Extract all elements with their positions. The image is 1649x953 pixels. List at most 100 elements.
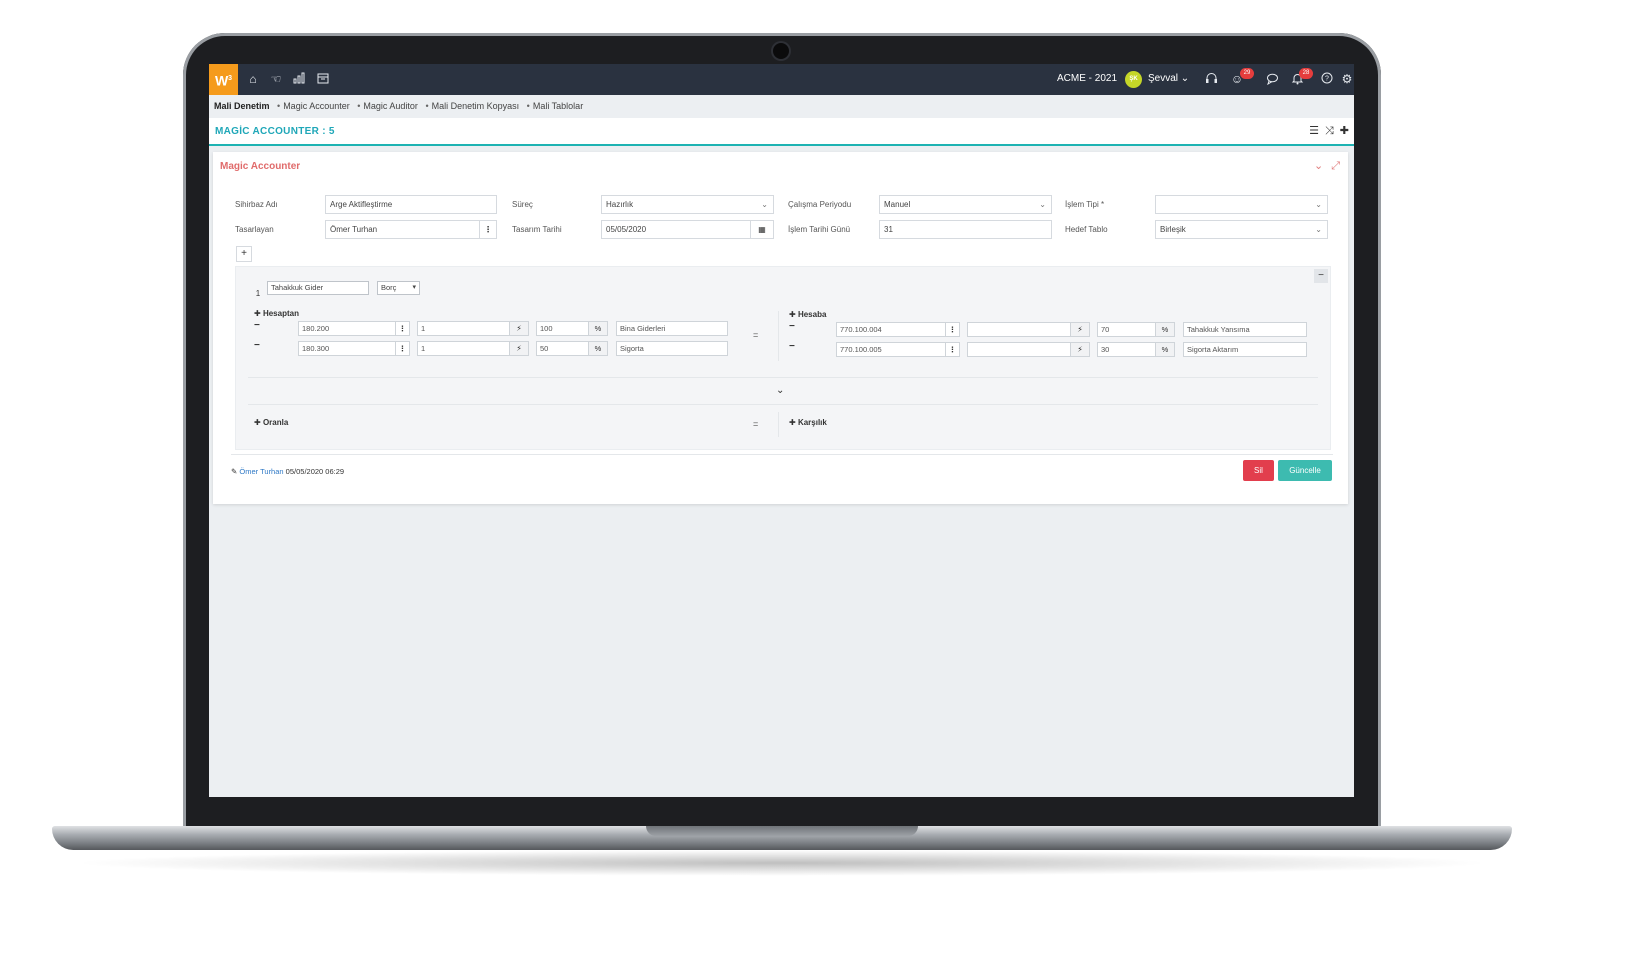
rule-name-value: Tahakkuk Gider (271, 283, 324, 292)
app-screen: W3 ⌂ ☜ ACME - 2021 ŞK Şevval ⌄ ☺ 29 28 ?… (209, 64, 1354, 797)
section-divider (248, 404, 1318, 405)
plug-icon[interactable]: ⚡ (1070, 323, 1089, 336)
breadcrumb-item[interactable]: Magic Auditor (363, 101, 418, 111)
to-account-input[interactable]: 770.100.005 ⋮ (836, 342, 960, 357)
to-percent-input[interactable]: 70% (1097, 322, 1175, 337)
avatar[interactable]: ŞK (1125, 71, 1142, 88)
karsilik-button[interactable]: ✚ Karşılık (789, 418, 827, 427)
from-percent-input[interactable]: 100% (536, 321, 608, 336)
plug-icon[interactable]: ⚡ (1070, 343, 1089, 356)
app-logo[interactable]: W3 (209, 64, 238, 95)
sihirbaz-input[interactable]: Arge Aktifleştirme (325, 195, 497, 214)
company-selector[interactable]: ACME - 2021 (1057, 73, 1117, 84)
comments-icon[interactable] (1265, 72, 1279, 86)
from-qty-input[interactable]: 1 ⚡ (417, 341, 529, 356)
breadcrumb-item[interactable]: Magic Accounter (283, 101, 350, 111)
from-percent-value: 100 (540, 324, 553, 333)
plug-icon[interactable]: ⚡ (509, 342, 528, 355)
breadcrumb-dot: • (425, 101, 429, 111)
surec-select[interactable]: Hazırlık ⌄ (601, 195, 774, 214)
breadcrumb-dot: • (277, 101, 281, 111)
bar-chart-icon[interactable] (292, 72, 306, 86)
from-desc-input[interactable]: Sigorta (616, 341, 728, 356)
chat-badge: 29 (1240, 68, 1254, 79)
remove-row-button[interactable]: − (789, 341, 795, 352)
delete-button[interactable]: Sil (1243, 460, 1274, 481)
tasarim-value: 05/05/2020 (606, 225, 647, 234)
edit-timestamp: 05/05/2020 06:29 (285, 467, 345, 476)
logo-sup: 3 (228, 75, 233, 82)
from-desc-input[interactable]: Bina Giderleri (616, 321, 728, 336)
to-qty-input[interactable]: ⚡ (967, 342, 1090, 357)
hedef-select[interactable]: Birleşik ⌄ (1155, 220, 1328, 239)
from-qty-value: 1 (421, 324, 426, 333)
periyot-select[interactable]: Manuel ⌄ (879, 195, 1052, 214)
shuffle-icon[interactable]: ⤨ (1325, 125, 1334, 137)
remove-row-button[interactable]: − (789, 321, 795, 332)
help-icon[interactable]: ? (1320, 72, 1334, 86)
kebab-menu-icon[interactable]: ⋮ (479, 221, 496, 238)
islem-tipi-select[interactable]: ⌄ (1155, 195, 1328, 214)
group-divider (778, 412, 779, 437)
chevron-down-icon: ⌄ (1180, 73, 1190, 84)
remove-row-button[interactable]: − (254, 340, 260, 351)
hesaptan-header[interactable]: ✚ Hesaptan (254, 309, 299, 318)
magic-accounter-card: Magic Accounter ⌄ ⤢ Sihirbaz Adı Arge Akt… (213, 152, 1348, 504)
kebab-menu-icon[interactable]: ⋮ (395, 322, 409, 335)
hesaba-header[interactable]: ✚ Hesaba (789, 310, 826, 319)
notification-badge: 28 (1299, 68, 1313, 79)
remove-rule-button[interactable]: − (1314, 269, 1328, 283)
from-percent-input[interactable]: 50% (536, 341, 608, 356)
home-icon[interactable]: ⌂ (246, 72, 260, 86)
last-edited: ✎ Ömer Turhan 05/05/2020 06:29 (231, 467, 344, 476)
periyot-label: Çalışma Periyodu (788, 200, 852, 209)
oranla-button[interactable]: ✚ Oranla (254, 418, 288, 427)
from-qty-input[interactable]: 1 ⚡ (417, 321, 529, 336)
breadcrumb-dot: • (357, 101, 361, 111)
expand-icon[interactable]: ⤢ (1331, 160, 1340, 172)
to-desc-input[interactable]: Tahakkuk Yansıma (1183, 322, 1307, 337)
to-percent-input[interactable]: 30% (1097, 342, 1175, 357)
card-actions: ⌄ ⤢ (1306, 159, 1340, 173)
user-menu[interactable]: Şevval ⌄ (1148, 73, 1189, 84)
update-button[interactable]: Güncelle (1278, 460, 1332, 481)
rule-name-input[interactable]: Tahakkuk Gider (267, 281, 369, 295)
calendar-icon[interactable]: ▦ (750, 221, 773, 238)
rule-side-select[interactable]: Borç ▾ (377, 281, 420, 295)
chevron-down-icon[interactable]: ⌄ (776, 385, 784, 396)
kebab-menu-icon[interactable]: ⋮ (945, 343, 959, 356)
collapse-chevron-icon[interactable]: ⌄ (1314, 160, 1323, 172)
to-qty-input[interactable]: ⚡ (967, 322, 1090, 337)
chevron-down-icon: ⌄ (761, 200, 768, 209)
remove-row-button[interactable]: − (254, 320, 260, 331)
tasarim-date-input[interactable]: 05/05/2020 ▦ (601, 220, 774, 239)
from-percent-value: 50 (540, 344, 549, 353)
group-divider (778, 311, 779, 361)
islem-gunu-input[interactable]: 31 (879, 220, 1052, 239)
from-qty-value: 1 (421, 344, 426, 353)
plug-icon[interactable]: ⚡ (509, 322, 528, 335)
from-account-input[interactable]: 180.200 ⋮ (298, 321, 410, 336)
breadcrumb-item[interactable]: Mali Tablolar (533, 101, 583, 111)
plus-icon[interactable]: ✚ (1340, 125, 1349, 137)
kebab-menu-icon[interactable]: ⋮ (395, 342, 409, 355)
hand-icon[interactable]: ☜ (269, 72, 283, 86)
gear-icon[interactable]: ⚙ (1340, 72, 1354, 86)
rule-number: 1 (255, 289, 261, 298)
tasarlayan-input[interactable]: Ömer Turhan ⋮ (325, 220, 497, 239)
calendar-icon[interactable] (316, 72, 330, 86)
to-percent-value: 30 (1101, 345, 1110, 354)
tasarim-label: Tasarım Tarihi (512, 225, 562, 234)
list-icon[interactable]: ☰ (1309, 125, 1319, 137)
breadcrumb: Mali Denetim • Magic Accounter • Magic Aud… (214, 101, 583, 111)
breadcrumb-item[interactable]: Mali Denetim Kopyası (432, 101, 520, 111)
to-desc-input[interactable]: Sigorta Aktarım (1183, 342, 1307, 357)
editor-link[interactable]: Ömer Turhan (239, 467, 283, 476)
kebab-menu-icon[interactable]: ⋮ (945, 323, 959, 336)
tasarlayan-label: Tasarlayan (235, 225, 274, 234)
headset-icon[interactable] (1204, 72, 1218, 86)
add-rule-button[interactable]: + (236, 246, 252, 262)
from-account-input[interactable]: 180.300 ⋮ (298, 341, 410, 356)
breadcrumb-root[interactable]: Mali Denetim (214, 101, 270, 111)
to-account-input[interactable]: 770.100.004 ⋮ (836, 322, 960, 337)
